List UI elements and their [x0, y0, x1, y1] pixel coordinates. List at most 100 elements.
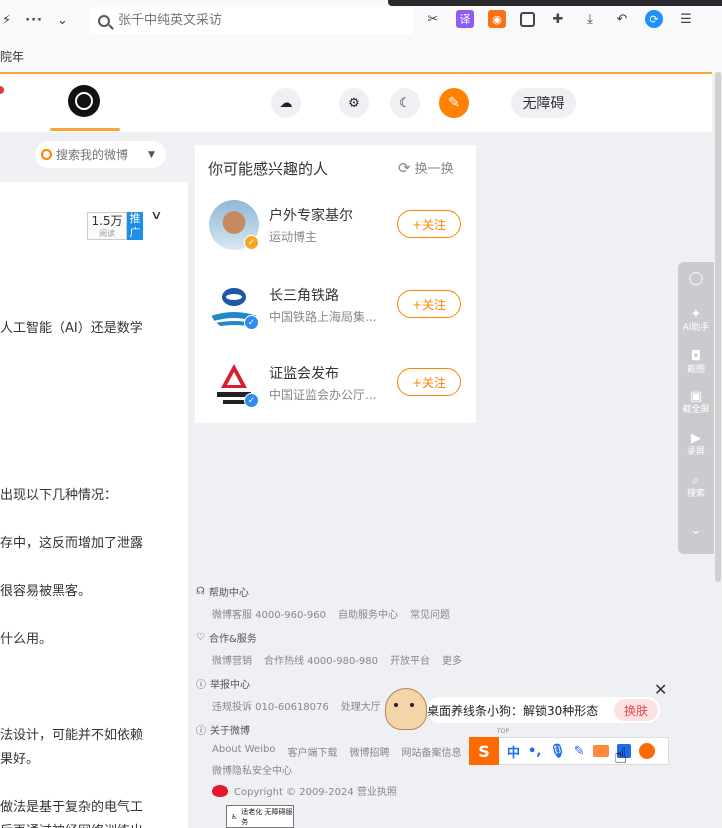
ai-assistant-icon: ✦ — [690, 307, 702, 322]
gamepad-icon[interactable]: ◉ — [488, 10, 506, 28]
ime-punctuation-button[interactable]: •, — [528, 744, 541, 759]
ime-status-bar: S 中 •, 🎙 ✎ — [469, 737, 669, 765]
change-skin-button[interactable]: 换肤 — [614, 699, 658, 721]
address-bar[interactable] — [90, 7, 413, 34]
page-scrollbar[interactable] — [714, 72, 722, 828]
my-weibo-search-input[interactable] — [56, 147, 144, 162]
hamburger-menu-icon[interactable]: ☰ — [677, 10, 695, 28]
post-menu-chevron-icon[interactable]: ∨ — [150, 208, 162, 222]
follow-button[interactable]: +关注 — [397, 368, 461, 396]
footer-link[interactable]: 自助服务中心 — [338, 606, 398, 621]
side-tool-fullscreen-shot[interactable]: ▣ 截全屏 — [678, 390, 714, 416]
sogou-logo-icon[interactable]: S — [469, 737, 499, 765]
window-overlay-bar — [388, 0, 722, 6]
address-input[interactable] — [118, 13, 398, 28]
scrollbar-thumb[interactable] — [715, 72, 721, 582]
extensions-icon[interactable]: ✚ — [549, 10, 567, 28]
tab-icon[interactable] — [520, 11, 535, 27]
footer-section-title: 举报中心 — [210, 680, 250, 691]
recommended-user[interactable]: ✓ 长三角铁路 中国铁路上海局集... +关注 — [209, 280, 469, 336]
footer-link[interactable]: 微博营销 — [212, 652, 252, 667]
side-tool-ai-assistant[interactable]: ✦ AI助手 — [678, 308, 714, 334]
elderly-accessibility-badge[interactable]: ♿ 适老化 无障碍服务 — [226, 805, 294, 828]
dark-mode-moon-icon[interactable]: ☾ — [390, 88, 420, 118]
side-tool-label: AI助手 — [682, 323, 710, 333]
search-icon: ⌕ — [692, 473, 700, 488]
footer-link[interactable]: 处理大厅 — [341, 698, 381, 713]
my-weibo-search-area: ▼ — [0, 132, 190, 182]
footer-link[interactable]: 常见问题 — [410, 606, 450, 621]
refresh-button[interactable]: ⟳ 换一换 — [398, 158, 454, 178]
dog-mascot-icon[interactable] — [385, 688, 427, 730]
recommend-title: 你可能感兴趣的人 — [208, 160, 329, 178]
user-name[interactable]: 长三角铁路 — [269, 285, 339, 305]
side-tool-screenshot[interactable]: ◘ 截图 — [678, 350, 714, 376]
bookmark-item[interactable]: 院年 — [0, 50, 24, 64]
pen-icon[interactable]: ✎ — [574, 744, 585, 759]
feed-post: 1.5万 阅读 推广 ∨ 人工智能（AI）还是数学 出现以下几种情况： 存中，这… — [0, 182, 188, 828]
footer-link[interactable]: 合作热线 4000-980-980 — [264, 652, 378, 667]
cloud-game-icon[interactable]: ☁ — [271, 88, 301, 118]
undo-icon[interactable]: ↶ — [613, 10, 631, 28]
hand-cursor-icon: ☝ — [614, 744, 628, 769]
copyright-text[interactable]: Copyright © 2009-2024 营业执照 — [234, 783, 397, 798]
profile-tab-icon[interactable] — [68, 85, 100, 117]
more-menu-button[interactable]: ··· — [25, 13, 43, 28]
notification-dot — [0, 86, 4, 94]
footer-link[interactable]: 违规投诉 010-60618076 — [212, 698, 329, 713]
wheelchair-icon: ♿ — [231, 812, 238, 821]
footer-section-help: ☊ 帮助中心 微博客服 4000-960-960 自助服务中心 常见问题 — [196, 584, 496, 621]
footer-link[interactable]: 开放平台 — [390, 652, 430, 667]
follow-button[interactable]: +关注 — [397, 210, 461, 238]
caret-down-icon[interactable]: ▼ — [148, 150, 155, 160]
download-icon[interactable]: ⤓ — [581, 10, 599, 28]
footer-link[interactable]: 微博隐私安全中心 — [212, 762, 292, 777]
floating-side-toolbar: ◯ ✦ AI助手 ◘ 截图 ▣ 截全屏 ▶ 录屏 ⌕ 搜索 ⌄ — [678, 262, 714, 554]
close-icon[interactable]: ✕ — [654, 680, 667, 699]
gear-icon[interactable]: ⚙ — [339, 88, 369, 118]
footer-section-cooperation: ♡ 合作&服务 微博营销 合作热线 4000-980-980 开放平台 更多 — [196, 630, 496, 667]
footer-link[interactable]: About Weibo — [212, 744, 275, 759]
user-name[interactable]: 户外专家基尔 — [269, 205, 353, 225]
search-icon — [98, 14, 110, 27]
scissors-icon[interactable]: ✂ — [424, 10, 442, 28]
recommended-user[interactable]: ✓ 证监会发布 中国证监会办公厅... +关注 — [209, 358, 469, 414]
promo-badge[interactable]: 推广 — [127, 212, 143, 240]
read-count-badge: 1.5万 阅读 — [87, 212, 127, 240]
side-tool-collapse[interactable]: ⌄ — [678, 524, 714, 538]
post-text-line: 果好。 — [0, 752, 40, 767]
camera-icon: ◘ — [690, 349, 702, 364]
translate-icon[interactable]: 译 — [456, 10, 474, 28]
side-tool-top[interactable]: ◯ — [678, 272, 714, 286]
ime-chinese-mode-button[interactable]: 中 — [507, 742, 520, 761]
keyboard-icon[interactable] — [592, 745, 609, 757]
verified-badge-icon: ✓ — [244, 235, 259, 250]
fox-mascot-icon[interactable] — [638, 743, 655, 759]
my-weibo-search[interactable]: ▼ — [35, 141, 166, 168]
compose-icon[interactable]: ✎ — [439, 88, 469, 118]
accessibility-button[interactable]: 无障碍 — [511, 88, 576, 118]
fullscreen-shot-icon: ▣ — [689, 389, 703, 404]
footer-link[interactable]: 更多 — [442, 652, 462, 667]
side-tool-record[interactable]: ▶ 录屏 — [678, 432, 714, 458]
copyright: Copyright © 2009-2024 营业执照 — [212, 783, 397, 798]
footer-link[interactable]: 客户端下载 — [287, 744, 337, 759]
footer-link[interactable]: 微博招聘 — [349, 744, 389, 759]
user-name[interactable]: 证监会发布 — [269, 363, 339, 383]
post-text-line: 做法是基于复杂的电气工 — [0, 800, 144, 815]
ime-promo-popup: 桌面养线条小狗：解锁30种形态 换肤 ✕ TOP — [385, 680, 670, 738]
side-tool-search[interactable]: ⌕ 搜索 — [678, 474, 714, 500]
sync-icon[interactable]: ⟳ — [645, 10, 663, 28]
toolbar-icons: ✂ 译 ◉ ✚ ⤓ ↶ ⟳ ☰ — [424, 10, 695, 28]
footer-link[interactable]: 微博客服 4000-960-960 — [212, 606, 326, 621]
follow-button[interactable]: +关注 — [397, 290, 461, 318]
lightning-icon[interactable]: ⚡ — [2, 13, 11, 28]
user-desc: 中国证监会办公厅... — [269, 388, 377, 402]
footer-link[interactable]: 网站备案信息 — [401, 744, 461, 759]
microphone-icon[interactable]: 🎙 — [549, 744, 566, 759]
footer-section-title: 合作&服务 — [208, 634, 257, 645]
chevron-down-icon: ⌄ — [690, 523, 702, 538]
chevron-down-icon[interactable]: ⌄ — [57, 13, 68, 28]
bookmarks-bar: 院年 — [0, 40, 722, 72]
recommended-user[interactable]: ✓ 户外专家基尔 运动博主 +关注 — [209, 200, 469, 256]
